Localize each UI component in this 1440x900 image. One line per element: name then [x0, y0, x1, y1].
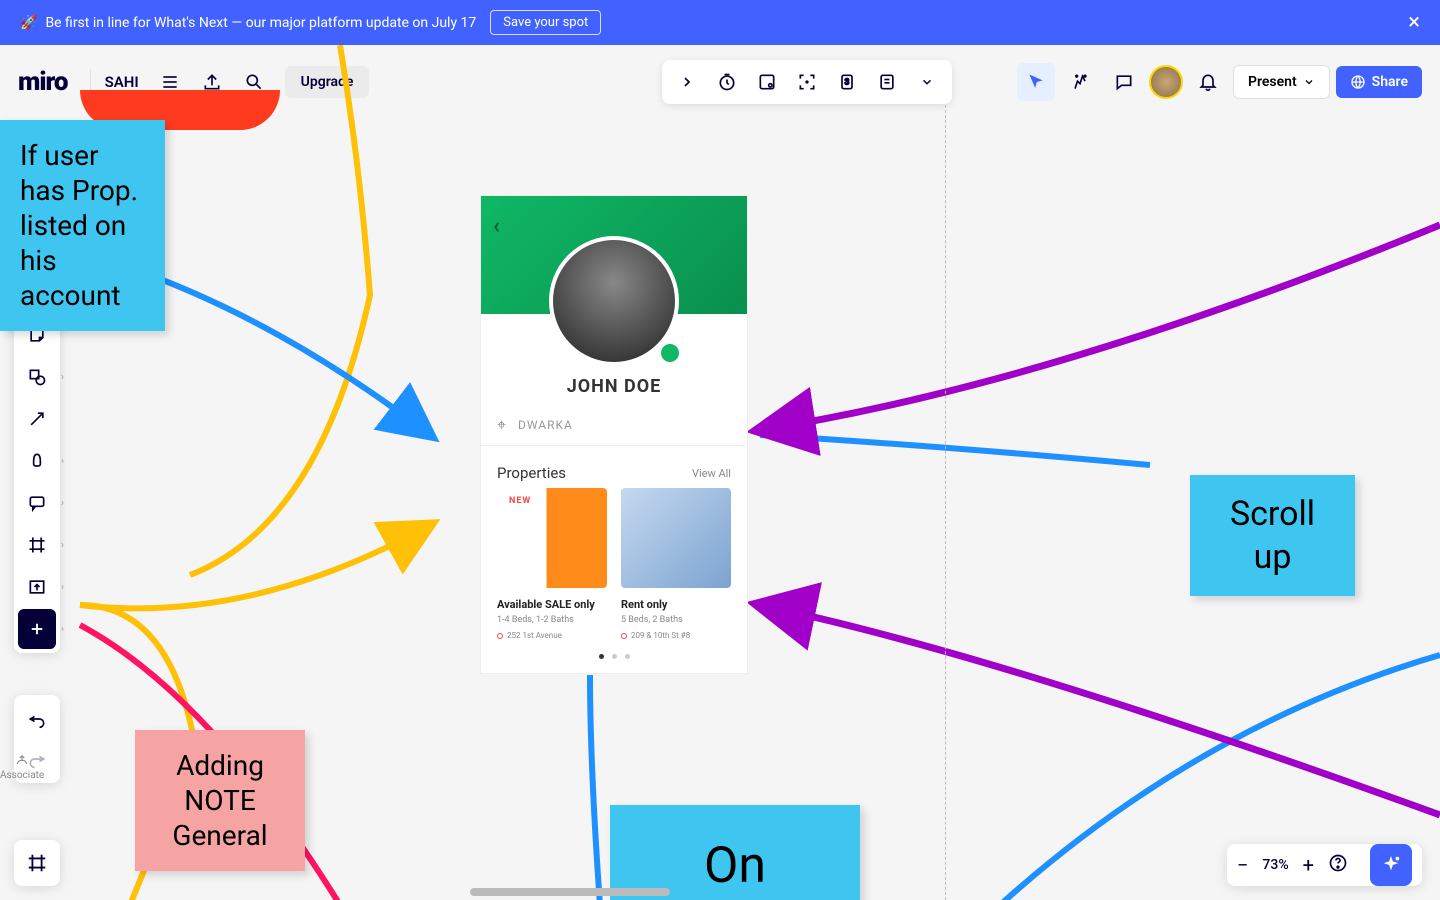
new-badge: NEW	[503, 494, 537, 508]
property-card[interactable]: NEW Available SALE only 1-4 Beds, 1-2 Ba…	[497, 488, 607, 640]
card-image: NEW	[497, 488, 607, 588]
sticky-text: If user has Prop. listed on his account	[20, 139, 138, 312]
sticky-text: Adding NOTE General	[172, 749, 267, 852]
sticky-note-adding[interactable]: Adding NOTE General	[135, 730, 305, 871]
board-canvas[interactable]: If user has Prop. listed on his account …	[0, 45, 1440, 900]
card-subtitle: 1-4 Beds, 1-2 Baths	[497, 615, 607, 625]
section-title: Properties	[497, 464, 566, 482]
dot-icon[interactable]	[612, 654, 617, 659]
banner-text: Be first in line for What's Next — our m…	[45, 15, 476, 31]
location-text: DWARKA	[518, 418, 573, 432]
zoom-out-button[interactable]: −	[1237, 853, 1248, 877]
view-all-link[interactable]: View All	[692, 467, 731, 480]
verified-badge-icon	[661, 344, 679, 362]
sticky-note-left[interactable]: If user has Prop. listed on his account	[0, 120, 165, 331]
zoom-in-button[interactable]: +	[1303, 853, 1314, 877]
pin-icon	[497, 633, 503, 639]
card-image	[621, 488, 731, 588]
back-icon[interactable]: ‹	[493, 214, 500, 239]
zoom-value[interactable]: 73%	[1262, 857, 1288, 873]
sticky-note-scroll[interactable]: Scroll up	[1190, 475, 1355, 596]
rocket-icon: 🚀	[20, 15, 37, 31]
profile-avatar	[549, 236, 679, 366]
card-address: 252 1st Avenue	[497, 631, 607, 640]
properties-header: Properties View All	[481, 446, 747, 488]
location-icon: ⌖	[497, 415, 506, 435]
close-icon[interactable]: ×	[1408, 10, 1420, 35]
sticky-note-on[interactable]: On	[610, 805, 860, 900]
sticky-text: On	[704, 837, 766, 895]
dot-icon[interactable]	[599, 654, 604, 659]
pin-icon	[621, 633, 627, 639]
card-title: Rent only	[621, 598, 731, 611]
horizontal-scrollbar[interactable]	[470, 888, 670, 896]
property-card[interactable]: Rent only 5 Beds, 2 Baths 209 & 10th St …	[621, 488, 731, 640]
ai-button[interactable]	[1370, 844, 1412, 886]
carousel-dots	[481, 640, 747, 673]
location-row: ⌖ DWARKA	[481, 405, 747, 446]
frame-edge	[945, 105, 946, 900]
card-address: 209 & 10th St #8	[621, 631, 731, 640]
profile-name: JOHN DOE	[481, 376, 747, 397]
property-cards: NEW Available SALE only 1-4 Beds, 1-2 Ba…	[481, 488, 747, 640]
sticky-text: Scroll up	[1230, 494, 1315, 577]
profile-mockup[interactable]: ‹ JOHN DOE ⌖ DWARKA Properties View All …	[480, 195, 748, 674]
banner-cta-button[interactable]: Save your spot	[490, 10, 601, 35]
dot-icon[interactable]	[625, 654, 630, 659]
card-title: Available SALE only	[497, 598, 607, 611]
card-subtitle: 5 Beds, 2 Baths	[621, 615, 731, 625]
help-icon[interactable]	[1328, 853, 1348, 877]
announcement-banner: 🚀 Be first in line for What's Next — our…	[0, 0, 1440, 45]
zoom-controls: − 73% +	[1227, 844, 1422, 886]
